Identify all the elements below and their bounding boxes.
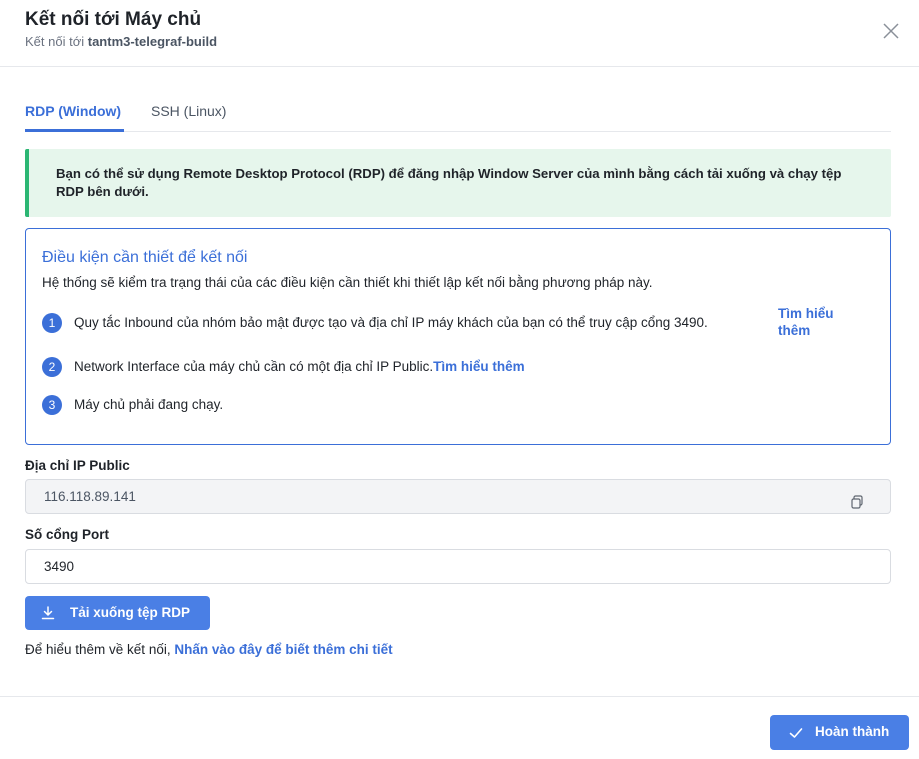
done-button[interactable]: Hoàn thành [770, 715, 909, 750]
dialog-subtitle: Kết nối tới tantm3-telegraf-build [25, 34, 217, 49]
learn-more-link-2[interactable]: Tìm hiểu thêm [433, 359, 525, 374]
tab-ssh[interactable]: SSH (Linux) [151, 103, 226, 119]
step-number-badge: 1 [42, 313, 62, 333]
done-button-label: Hoàn thành [815, 724, 890, 739]
step-number-badge: 2 [42, 357, 62, 377]
dialog-header: Kết nối tới Máy chủ Kết nối tới tantm3-t… [0, 0, 919, 67]
requirements-box: Điều kiện cần thiết để kết nối Hệ thống … [25, 228, 891, 445]
details-link[interactable]: Nhấn vào đây để biết thêm chi tiết [174, 642, 392, 657]
ip-field: 116.118.89.141 [25, 479, 891, 514]
requirement-text: Quy tắc Inbound của nhóm bảo mật được tạ… [74, 315, 708, 330]
dialog-title: Kết nối tới Máy chủ [25, 9, 202, 30]
download-rdp-button[interactable]: Tải xuống tệp RDP [25, 596, 210, 630]
subtitle-prefix: Kết nối tới [25, 34, 85, 49]
requirement-text-wrap: Network Interface của máy chủ cần có một… [74, 358, 854, 375]
port-field[interactable]: 3490 [25, 549, 891, 584]
more-info-prefix: Để hiểu thêm về kết nối, [25, 642, 171, 657]
download-icon [40, 605, 56, 621]
footer-divider [0, 696, 919, 697]
step-number-badge: 3 [42, 395, 62, 415]
server-name: tantm3-telegraf-build [87, 34, 218, 49]
requirement-text: Máy chủ phải đang chạy. [74, 397, 224, 412]
port-label: Số cổng Port [25, 527, 109, 542]
tab-rdp[interactable]: RDP (Window) [25, 103, 121, 119]
more-info: Để hiểu thêm về kết nối, Nhấn vào đây để… [25, 642, 393, 657]
download-button-label: Tải xuống tệp RDP [70, 605, 191, 620]
active-tab-indicator [25, 129, 124, 132]
info-alert: Bạn có thể sử dụng Remote Desktop Protoc… [25, 149, 891, 217]
copy-icon[interactable] [849, 489, 865, 509]
connection-tabs: RDP (Window) SSH (Linux) [25, 92, 891, 132]
port-value: 3490 [44, 559, 75, 574]
close-icon[interactable] [880, 20, 902, 42]
requirements-title: Điều kiện cần thiết để kết nối [42, 249, 248, 266]
requirements-description: Hệ thống sẽ kiểm tra trạng thái của các … [42, 275, 653, 290]
alert-text: Bạn có thể sử dụng Remote Desktop Protoc… [56, 166, 842, 199]
ip-value: 116.118.89.141 [44, 489, 136, 504]
learn-more-link-1[interactable]: Tìm hiểu thêm [778, 305, 858, 339]
check-icon [788, 725, 804, 741]
requirement-text: Network Interface của máy chủ cần có một… [74, 359, 434, 374]
ip-label: Địa chỉ IP Public [25, 458, 130, 473]
